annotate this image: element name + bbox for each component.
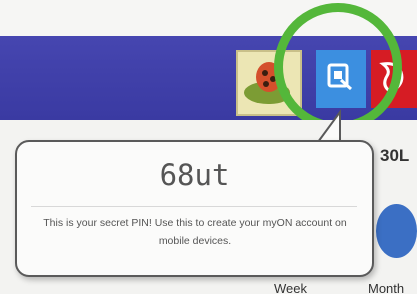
pin-message: This is your secret PIN! Use this to cre… bbox=[43, 217, 347, 247]
pin-tooltip: 68ut This is your secret PIN! Use this t… bbox=[15, 140, 374, 277]
calendar-icon[interactable] bbox=[376, 204, 417, 258]
divider bbox=[31, 206, 357, 207]
highlight-ring bbox=[274, 3, 402, 131]
column-header: 30L bbox=[380, 146, 410, 165]
pin-code: 68ut bbox=[159, 158, 230, 192]
